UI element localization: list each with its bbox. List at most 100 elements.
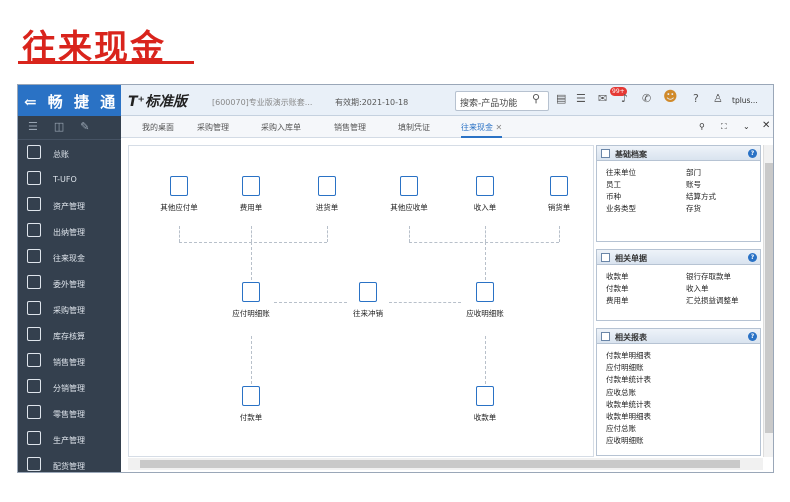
report-link[interactable]: 收款单统计表	[606, 399, 651, 410]
flow-canvas: 其他应付单 费用单 进货单 其他应收单 收入单 销货单 应付明细账 往来冲销 应…	[128, 145, 594, 457]
report-link[interactable]: 应付总账	[606, 423, 636, 434]
flow-node-payable-detail[interactable]: 应付明细账	[221, 282, 281, 319]
report-link[interactable]: 付款单明细表	[606, 350, 651, 361]
sidebar-item-10[interactable]: 零售管理	[18, 400, 121, 426]
close-tab-icon[interactable]: ✕	[496, 123, 503, 132]
scroll-thumb[interactable]	[765, 163, 773, 433]
receipt-icon	[476, 386, 494, 406]
sidebar-item-label: 往来现金	[53, 254, 85, 263]
user-name[interactable]: tplus...	[732, 96, 758, 105]
panel-link[interactable]: 汇兑损益调整单	[686, 295, 739, 306]
help-badge-icon[interactable]: ?	[748, 253, 757, 262]
tab-sales[interactable]: 销售管理	[334, 122, 366, 133]
tab-desktop[interactable]: 我的桌面	[142, 122, 174, 133]
ufo-icon	[27, 171, 41, 185]
panel-link[interactable]: 银行存取款单	[686, 271, 731, 282]
sidebar-item-label: 库存核算	[53, 332, 85, 341]
flow-node-other-payable[interactable]: 其他应付单	[149, 176, 209, 213]
menu-icon[interactable]: ☰	[28, 120, 54, 133]
flow-node-payment[interactable]: 付款单	[221, 386, 281, 423]
search-tab-icon[interactable]: ⚲	[699, 122, 705, 131]
panel-link[interactable]: 结算方式	[686, 191, 716, 202]
flow-node-income[interactable]: 收入单	[455, 176, 515, 213]
panel-link[interactable]: 员工	[606, 179, 621, 190]
sidebar-item-4[interactable]: 往来现金	[18, 244, 121, 270]
report-link[interactable]: 收款单明细表	[606, 411, 651, 422]
panel-link[interactable]: 存货	[686, 203, 701, 214]
tab-purchase-inbound[interactable]: 采购入库单	[261, 122, 301, 133]
collapse-icon[interactable]: ⌄	[743, 122, 750, 131]
sidebar-item-5[interactable]: 委外管理	[18, 270, 121, 296]
sidebar-item-label: 配货管理	[53, 462, 85, 471]
panel-link[interactable]: 往来单位	[606, 167, 636, 178]
fullscreen-icon[interactable]: ⛶	[721, 122, 727, 132]
sidebar-item-8[interactable]: 销售管理	[18, 348, 121, 374]
flow-node-purchase-receipt[interactable]: 进货单	[297, 176, 357, 213]
sidebar-item-label: 销售管理	[53, 358, 85, 367]
retail-icon	[27, 405, 41, 419]
report-link[interactable]: 付款单统计表	[606, 374, 651, 385]
phone-icon[interactable]: ✆	[642, 92, 651, 105]
sidebar-item-9[interactable]: 分销管理	[18, 374, 121, 400]
sidebar-item-6[interactable]: 采购管理	[18, 296, 121, 322]
sidebar-item-11[interactable]: 生产管理	[18, 426, 121, 452]
flow-node-offset[interactable]: 往来冲销	[338, 282, 398, 319]
sidebar-item-7[interactable]: 库存核算	[18, 322, 121, 348]
help-icon[interactable]: ?	[693, 92, 699, 105]
sidebar-item-1[interactable]: T-UFO	[18, 166, 121, 192]
sidebar-tools: ☰◫✎	[18, 116, 121, 140]
flow-node-expense[interactable]: 费用单	[221, 176, 281, 213]
cashier-icon	[27, 223, 41, 237]
flow-node-sales[interactable]: 销货单	[529, 176, 589, 213]
panel-link[interactable]: 部门	[686, 167, 701, 178]
report-link[interactable]: 应收总账	[606, 387, 636, 398]
monkey-avatar-icon[interactable]: ☻	[663, 89, 678, 105]
sidebar-item-2[interactable]: 资产管理	[18, 192, 121, 218]
checklist-icon[interactable]: ☰	[576, 92, 586, 105]
flow-node-other-receivable[interactable]: 其他应收单	[379, 176, 439, 213]
horizontal-scrollbar[interactable]	[128, 458, 763, 470]
report-link[interactable]: 应收明细账	[606, 435, 644, 446]
sidebar-item-label: 生产管理	[53, 436, 85, 445]
calculator-icon[interactable]: ▤	[556, 92, 566, 105]
user-icon[interactable]: ♙	[713, 92, 723, 105]
panel-related-docs: 相关单据? 收款单 付款单 费用单 银行存取款单 收入单 汇兑损益调整单	[596, 249, 761, 321]
sidebar-item-0[interactable]: 总账	[18, 140, 121, 166]
edit-icon[interactable]: ✎	[80, 120, 105, 133]
tab-voucher[interactable]: 填制凭证	[398, 122, 430, 133]
purchase-icon	[27, 301, 41, 315]
panel-link[interactable]: 账号	[686, 179, 701, 190]
report-link[interactable]: 应付明细账	[606, 362, 644, 373]
help-badge-icon[interactable]: ?	[748, 149, 757, 158]
scroll-thumb[interactable]	[140, 460, 740, 468]
panel-link[interactable]: 付款单	[606, 283, 629, 294]
panel-link[interactable]: 收款单	[606, 271, 629, 282]
vertical-scrollbar[interactable]	[763, 145, 773, 457]
message-icon[interactable]: ✉	[598, 92, 607, 105]
close-icon[interactable]: ✕	[762, 120, 770, 131]
flow-node-receivable-detail[interactable]: 应收明细账	[455, 282, 515, 319]
payable-detail-icon	[242, 282, 260, 302]
search-icon[interactable]: ⚲	[532, 92, 540, 105]
panel-link[interactable]: 币种	[606, 191, 621, 202]
help-badge-icon[interactable]: ?	[748, 332, 757, 341]
panel-link[interactable]: 收入单	[686, 283, 709, 294]
tab-purchase[interactable]: 采购管理	[197, 122, 229, 133]
sales-icon	[27, 353, 41, 367]
product-name: T⁺标准版	[128, 94, 187, 110]
bell-icon[interactable]: ♪	[621, 92, 628, 105]
flow-node-receipt[interactable]: 收款单	[455, 386, 515, 423]
sidebar-item-label: 分销管理	[53, 384, 85, 393]
tab-cash[interactable]: 往来现金 ✕	[461, 122, 503, 138]
panel-basic-archives: 基础档案? 往来单位 员工 币种 业务类型 部门 账号 结算方式 存货	[596, 145, 761, 242]
payable-other-icon	[170, 176, 188, 196]
panel-link[interactable]: 业务类型	[606, 203, 636, 214]
sidebar-item-label: 采购管理	[53, 306, 85, 315]
sidebar-item-3[interactable]: 出纳管理	[18, 218, 121, 244]
account-name[interactable]: [600070]专业版演示账套...	[212, 97, 312, 108]
validity-date: 有效期:2021-10-18	[335, 98, 409, 107]
scan-icon[interactable]: ◫	[54, 120, 80, 133]
panel-link[interactable]: 费用单	[606, 295, 629, 306]
sidebar-item-12[interactable]: 配货管理	[18, 452, 121, 472]
brand-logo[interactable]: ⇐ 畅 捷 通	[18, 85, 121, 116]
